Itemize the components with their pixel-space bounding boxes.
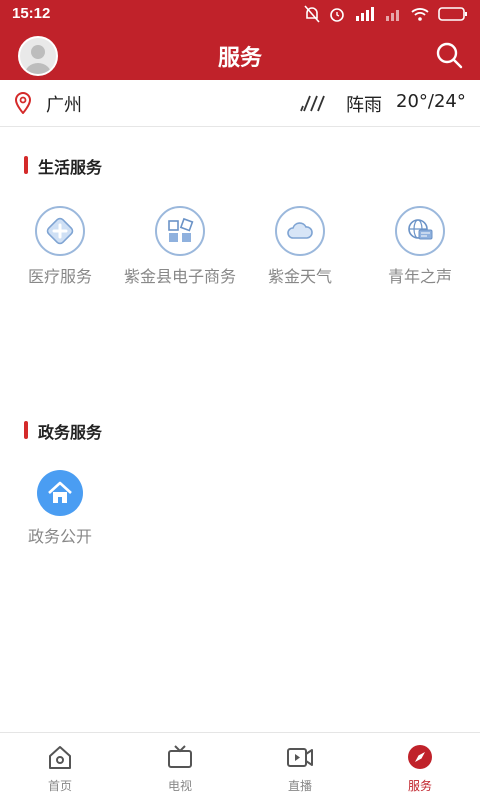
home-outline-icon — [49, 746, 71, 769]
cloud-icon — [275, 206, 325, 256]
app-header: 服务 — [0, 30, 480, 80]
wifi-icon — [411, 8, 429, 21]
signal-icon — [356, 7, 374, 21]
weather-temperature: 20°/24° — [396, 91, 466, 112]
service-label: 紫金县电子商务 — [124, 267, 237, 286]
tab-home[interactable]: 首页 — [0, 733, 120, 801]
tab-services[interactable]: 服务 — [360, 733, 480, 801]
location-city: 广州 — [46, 95, 82, 116]
section-title-life: 生活服务 — [23, 154, 102, 178]
battery-icon — [438, 7, 467, 21]
grid-squares-icon — [155, 206, 205, 256]
weather-bar[interactable]: 广州 阵雨 20°/24° — [0, 80, 480, 127]
medical-cross-icon — [35, 206, 85, 256]
home-icon — [37, 470, 83, 516]
page-title: 服务 — [217, 46, 262, 71]
video-play-icon — [287, 748, 313, 767]
compass-icon — [408, 745, 432, 769]
service-label: 青年之声 — [387, 267, 452, 286]
service-tile-weather[interactable]: 紫金天气 — [240, 206, 360, 288]
service-label: 医疗服务 — [27, 267, 92, 286]
globe-message-icon — [395, 206, 445, 256]
service-tile-medical[interactable]: 医疗服务 — [0, 206, 120, 288]
tab-tv[interactable]: 电视 — [120, 733, 240, 801]
tab-live[interactable]: 直播 — [240, 733, 360, 801]
section-title-government: 政务服务 — [23, 419, 102, 443]
service-tile-gov-affairs[interactable]: 政务公开 — [0, 470, 120, 548]
mute-bell-icon — [304, 5, 320, 23]
tab-label: 电视 — [167, 779, 192, 793]
bottom-nav: 首页 电视 直播 服务 — [0, 732, 480, 801]
tab-label: 直播 — [287, 779, 312, 793]
weather-condition: 阵雨 — [346, 95, 382, 116]
status-icons — [304, 5, 468, 23]
status-bar: 15:12 — [0, 0, 480, 30]
service-tile-youth-voice[interactable]: 青年之声 — [360, 206, 480, 288]
rain-icon — [300, 95, 325, 112]
signal-off-icon — [386, 10, 399, 21]
service-label: 紫金天气 — [267, 267, 332, 286]
service-tile-ecommerce[interactable]: 紫金县电子商务 — [120, 206, 240, 288]
search-icon[interactable] — [434, 40, 464, 70]
service-label: 政务公开 — [27, 527, 92, 546]
tab-label: 服务 — [407, 779, 432, 793]
location-pin-icon — [14, 92, 32, 114]
alarm-icon — [330, 8, 344, 22]
status-time: 15:12 — [12, 5, 51, 22]
tab-label: 首页 — [47, 779, 72, 793]
tv-icon — [168, 745, 192, 768]
